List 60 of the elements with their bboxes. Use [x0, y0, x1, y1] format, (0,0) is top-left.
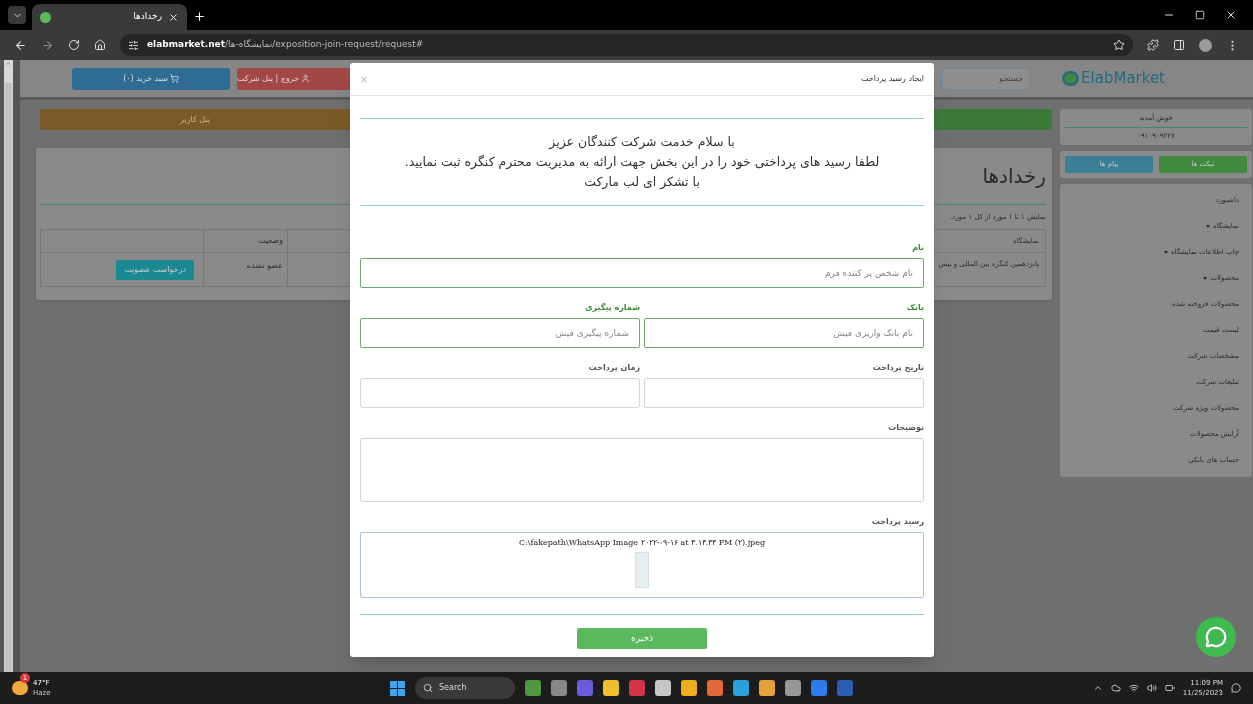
- field-label: بانک: [906, 302, 924, 314]
- scrollbar[interactable]: [3, 60, 13, 672]
- site-settings-icon[interactable]: [128, 39, 139, 51]
- maximize-icon[interactable]: [1195, 10, 1205, 20]
- close-icon[interactable]: [1225, 9, 1237, 21]
- battery-icon[interactable]: [1164, 683, 1175, 693]
- page-title: رخدادها: [982, 163, 1046, 190]
- user-panel-banner: پنل کاربر: [40, 109, 350, 130]
- wifi-icon[interactable]: [1128, 683, 1139, 693]
- cloud-icon[interactable]: [1110, 683, 1121, 693]
- extensions-icon[interactable]: [1147, 39, 1159, 51]
- home-icon[interactable]: [94, 39, 106, 51]
- input-field[interactable]: [360, 378, 640, 408]
- forward-icon[interactable]: [41, 38, 54, 52]
- volume-icon[interactable]: [1146, 683, 1157, 693]
- side-panel-icon[interactable]: [1173, 39, 1185, 51]
- file-name: C:\fakepath\WhatsApp Image ۲۰۲۲-۰۹-۱۶ at ۳.۱۳.۳۳ PM (۲).jpeg: [518, 537, 766, 549]
- logo-text: ElabMarket: [1081, 68, 1165, 90]
- modal-title: ایجاد رسید پرداخت: [860, 73, 924, 85]
- notifications-icon[interactable]: [1231, 683, 1241, 693]
- cart-icon: [169, 74, 179, 83]
- field-label: توضیحات: [888, 422, 924, 434]
- logo-icon: [1062, 71, 1080, 86]
- cart-button[interactable]: سبد خرید (۰): [72, 67, 230, 90]
- table-cell: عضو نشده: [246, 260, 283, 272]
- site-favicon: [40, 11, 51, 23]
- reload-icon[interactable]: [68, 39, 80, 51]
- input-field[interactable]: نام بانک واریزی فیش: [644, 318, 924, 348]
- browser-tab[interactable]: رخدادها: [32, 4, 187, 30]
- back-icon[interactable]: [14, 38, 27, 52]
- save-button[interactable]: ذخیره: [577, 628, 707, 649]
- tab-list-button[interactable]: [8, 6, 26, 24]
- new-tab-icon[interactable]: [193, 10, 206, 23]
- file-upload-field[interactable]: C:\fakepath\WhatsApp Image ۲۰۲۲-۰۹-۱۶ at ۳.۱۳.۳۳ PM (۲).jpeg: [360, 532, 924, 598]
- field-label: شماره پیگیری: [585, 302, 640, 314]
- user-icon: [301, 74, 311, 83]
- field-label: رسید پرداخت: [871, 516, 924, 528]
- field-label: تاریخ پرداخت: [872, 362, 924, 374]
- search-field[interactable]: جستجو: [942, 67, 1031, 90]
- tray-overflow-icon[interactable]: [1092, 683, 1103, 693]
- weather-icon[interactable]: [12, 681, 28, 695]
- field-label: نام: [912, 242, 924, 254]
- search-icon: [423, 683, 433, 693]
- bookmark-icon[interactable]: [1113, 39, 1125, 51]
- chat-bubble-icon: [1205, 626, 1227, 648]
- textarea-field[interactable]: [360, 438, 924, 502]
- tab-title: رخدادها: [133, 10, 162, 24]
- input-field[interactable]: [644, 378, 924, 408]
- input-field[interactable]: شماره پیگیری فیش: [360, 318, 640, 348]
- start-icon[interactable]: [390, 680, 405, 696]
- close-icon[interactable]: [168, 11, 179, 23]
- taskbar-search-field[interactable]: Search: [415, 677, 515, 699]
- company-panel-button[interactable]: خروج | پنل شرکت: [237, 67, 350, 90]
- welcome-message: با سلام خدمت شرکت کنندگان عزیز لطفا رسید های پرداختی خود را در این بخش جهت ارائه به مدیریت محترم کنگره ثبت نمایید. با تشکر ای لب مارکت: [403, 133, 881, 191]
- input-field[interactable]: نام شخص پر کننده فرم: [360, 258, 924, 288]
- column-header: وضعیت: [258, 235, 283, 247]
- field-label: زمان پرداخت: [588, 362, 640, 374]
- membership-request-button[interactable]: درخواست عضویت: [116, 259, 194, 280]
- image-thumbnail: [635, 552, 649, 588]
- profile-avatar[interactable]: [1199, 38, 1212, 52]
